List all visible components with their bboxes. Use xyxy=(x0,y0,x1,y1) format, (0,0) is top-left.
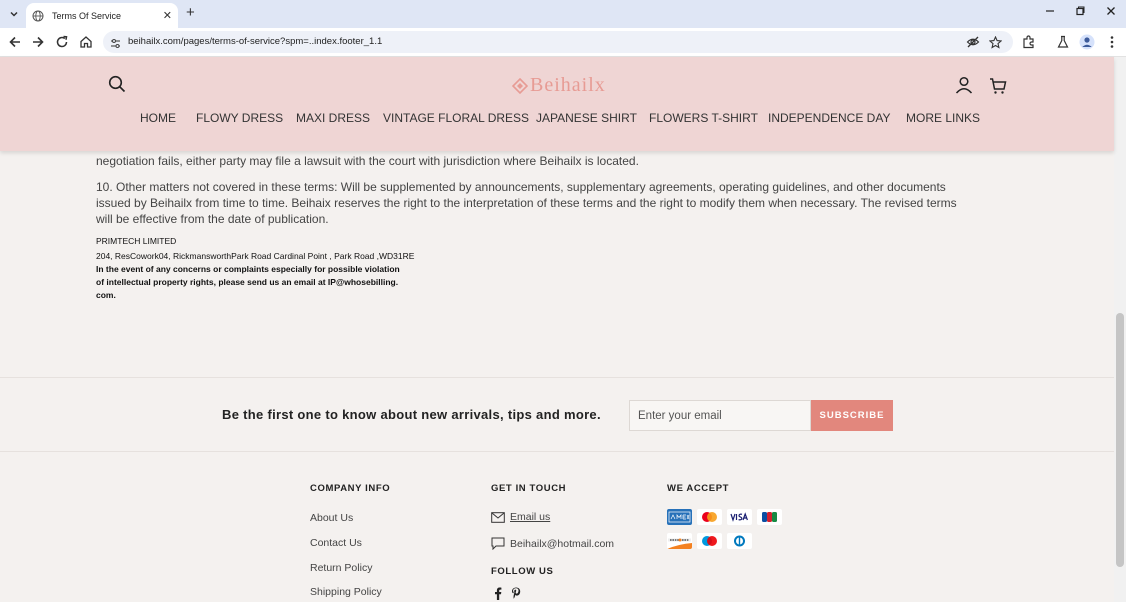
nav-flowy-dress[interactable]: FLOWY DRESS xyxy=(196,111,283,125)
footer-link-contact-us[interactable]: Contact Us xyxy=(310,537,362,549)
search-icon[interactable] xyxy=(108,75,126,98)
eye-off-icon[interactable] xyxy=(966,35,980,49)
email-address-row: Beihailx@hotmail.com xyxy=(491,537,614,550)
ip-concern-line-1: In the event of any concerns or complain… xyxy=(96,264,400,274)
browser-tab-bar: Terms Of Service ✕ + xyxy=(0,0,1126,28)
nav-maxi-dress[interactable]: MAXI DRESS xyxy=(296,111,370,125)
tab-title: Terms Of Service xyxy=(52,10,122,21)
extensions-icon[interactable] xyxy=(1021,34,1037,50)
main-nav: HOME FLOWY DRESS MAXI DRESS VINTAGE FLOR… xyxy=(0,111,1114,127)
page-scrollbar-thumb[interactable] xyxy=(1116,313,1124,567)
mastercard-icon xyxy=(697,509,722,525)
minimize-icon[interactable] xyxy=(1045,6,1055,19)
email-address: Beihailx@hotmail.com xyxy=(510,537,615,550)
address-bar[interactable]: beihailx.com/pages/terms-of-service?spm=… xyxy=(103,31,1013,53)
jcb-icon xyxy=(757,509,782,525)
nav-independence-day[interactable]: INDEPENDENCE DAY xyxy=(768,111,890,125)
email-us-row[interactable]: Email us xyxy=(491,511,550,523)
ip-concern-line-2: of intellectual property rights, please … xyxy=(96,277,399,287)
diners-club-icon xyxy=(727,533,752,549)
nav-more-links[interactable]: MORE LINKS xyxy=(906,111,980,125)
nav-flowers-t-shirt[interactable]: FLOWERS T-SHIRT xyxy=(649,111,758,125)
nav-home[interactable]: HOME xyxy=(140,111,176,125)
subscribe-button[interactable]: SUBSCRIBE xyxy=(811,400,893,431)
terms-paragraph-10-line-2: issued by Beihailx from time to time. Be… xyxy=(96,196,957,210)
envelope-icon xyxy=(491,511,505,523)
follow-us-heading: FOLLOW US xyxy=(491,566,554,577)
globe-icon xyxy=(32,10,44,22)
tab-search-chevron-icon[interactable] xyxy=(5,5,23,23)
close-window-icon[interactable] xyxy=(1106,6,1116,19)
home-icon[interactable] xyxy=(78,34,94,50)
facebook-icon[interactable] xyxy=(494,587,502,602)
discover-icon xyxy=(667,533,692,549)
reload-icon[interactable] xyxy=(54,34,70,50)
newsletter-text: Be the first one to know about new arriv… xyxy=(222,407,601,422)
footer-link-about-us[interactable]: About Us xyxy=(310,512,353,524)
newsletter-section: Be the first one to know about new arriv… xyxy=(0,377,1114,452)
close-tab-icon[interactable]: ✕ xyxy=(163,9,172,22)
browser-toolbar: beihailx.com/pages/terms-of-service?spm=… xyxy=(0,28,1126,57)
site-info-icon[interactable] xyxy=(110,36,121,54)
footer-link-return-policy[interactable]: Return Policy xyxy=(310,562,372,574)
chat-bubble-icon xyxy=(491,537,505,550)
logo-diamond-icon xyxy=(512,77,528,94)
terms-paragraph-9-tail: negotiation fails, either party may file… xyxy=(96,154,639,168)
ip-concern-line-3: com. xyxy=(96,290,116,300)
profile-avatar-icon[interactable] xyxy=(1079,34,1095,50)
logo-text: Beihailx xyxy=(530,74,606,96)
cart-icon[interactable] xyxy=(989,77,1007,100)
url-text: beihailx.com/pages/terms-of-service?spm=… xyxy=(128,36,383,47)
account-icon[interactable] xyxy=(955,76,973,99)
restore-icon[interactable] xyxy=(1075,6,1085,19)
site-logo[interactable]: Beihailx xyxy=(512,74,606,97)
pinterest-icon[interactable] xyxy=(511,587,521,602)
nav-vintage-floral-dress[interactable]: VINTAGE FLORAL DRESS xyxy=(383,111,529,125)
company-address: 204, ResCowork04, RickmansworthPark Road… xyxy=(96,251,415,261)
browser-tab[interactable]: Terms Of Service ✕ xyxy=(26,3,178,28)
browser-menu-icon[interactable] xyxy=(1104,34,1120,50)
amex-icon xyxy=(667,509,692,525)
forward-arrow-icon[interactable] xyxy=(30,34,46,50)
get-in-touch-heading: GET IN TOUCH xyxy=(491,483,567,494)
terms-paragraph-10-line-1: 10. Other matters not covered in these t… xyxy=(96,180,946,194)
bookmark-star-icon[interactable] xyxy=(988,35,1002,49)
labs-flask-icon[interactable] xyxy=(1055,34,1071,50)
newsletter-email-input[interactable] xyxy=(629,400,811,431)
nav-japanese-shirt[interactable]: JAPANESE SHIRT xyxy=(536,111,637,125)
maestro-icon xyxy=(697,533,722,549)
visa-icon xyxy=(727,509,752,525)
new-tab-button[interactable]: + xyxy=(186,5,195,21)
ip-concern-notice: In the event of any concerns or complain… xyxy=(96,263,416,302)
back-arrow-icon[interactable] xyxy=(7,34,23,50)
terms-paragraph-10-line-3: will be effective from the date of publi… xyxy=(96,212,329,226)
company-name: PRIMTECH LIMITED xyxy=(96,236,177,246)
company-info-heading: COMPANY INFO xyxy=(310,483,391,494)
footer-link-shipping-policy[interactable]: Shipping Policy xyxy=(310,586,382,598)
site-header: Beihailx HOME FLOWY DRESS MAXI DRESS VIN… xyxy=(0,57,1114,151)
email-us-link[interactable]: Email us xyxy=(510,511,550,523)
we-accept-heading: WE ACCEPT xyxy=(667,483,730,494)
